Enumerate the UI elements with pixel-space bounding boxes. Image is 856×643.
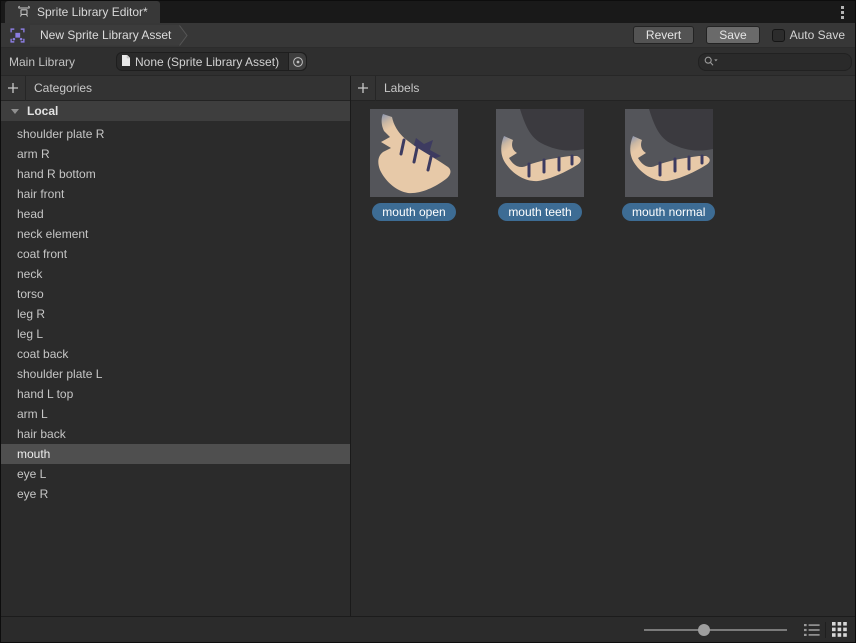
category-list-item[interactable]: hair back <box>1 424 350 444</box>
breadcrumb-item[interactable]: New Sprite Library Asset <box>30 25 187 46</box>
revert-button[interactable]: Revert <box>633 26 694 44</box>
plus-icon <box>7 82 19 94</box>
category-list-item[interactable]: hand R bottom <box>1 164 350 184</box>
category-list-item[interactable]: leg L <box>1 324 350 344</box>
sprite-library-editor-window: Sprite Library Editor* New Sprite Librar… <box>0 0 856 643</box>
breadcrumb[interactable]: New Sprite Library Asset <box>30 25 187 46</box>
zoom-slider[interactable] <box>644 623 787 637</box>
object-picker-icon[interactable] <box>288 53 306 70</box>
sprite-card[interactable]: mouth teeth <box>496 109 584 221</box>
category-list-item[interactable]: torso <box>1 284 350 304</box>
main-library-row: Main Library None (Sprite Library Asset) <box>1 48 855 76</box>
toolbar-actions: Revert Save Auto Save <box>633 26 845 44</box>
tab-title: Sprite Library Editor* <box>37 5 148 19</box>
breadcrumb-chevron-icon <box>179 25 188 46</box>
sprite-label-pill[interactable]: mouth normal <box>622 203 715 221</box>
category-list-item[interactable]: hair front <box>1 184 350 204</box>
category-list-item[interactable]: neck <box>1 264 350 284</box>
category-list-item[interactable]: neck element <box>1 224 350 244</box>
search-input[interactable] <box>698 53 852 71</box>
sprite-thumbnail-mouth-open[interactable] <box>370 109 458 197</box>
tab-bar: Sprite Library Editor* <box>1 1 855 23</box>
sprite-library-asset-icon <box>9 27 26 44</box>
category-list-item[interactable]: head <box>1 204 350 224</box>
plus-icon <box>357 82 369 94</box>
tab-sprite-library-editor[interactable]: Sprite Library Editor* <box>5 1 160 23</box>
auto-save-label: Auto Save <box>790 28 845 42</box>
category-list-item[interactable]: eye R <box>1 484 350 504</box>
category-list-item[interactable]: shoulder plate R <box>1 124 350 144</box>
sprite-card[interactable]: mouth normal <box>622 109 715 221</box>
categories-panel: Categories Local shoulder plate Rarm Rha… <box>1 76 351 616</box>
main-library-label: Main Library <box>9 55 116 69</box>
sprite-label-pill[interactable]: mouth open <box>372 203 455 221</box>
categories-list: Local shoulder plate Rarm Rhand R bottom… <box>1 101 350 616</box>
add-label-button[interactable] <box>351 76 376 101</box>
sprite-label-pill[interactable]: mouth teeth <box>498 203 581 221</box>
add-category-button[interactable] <box>1 76 26 101</box>
footer-bar <box>1 616 855 642</box>
category-group-local[interactable]: Local <box>1 101 350 121</box>
kebab-menu-icon[interactable] <box>829 1 855 23</box>
category-list-item[interactable]: shoulder plate L <box>1 364 350 384</box>
category-list-item[interactable]: coat back <box>1 344 350 364</box>
category-list-item[interactable]: hand L top <box>1 384 350 404</box>
sprite-cards: mouth open mouth teeth <box>351 101 855 221</box>
sprite-library-window-icon <box>17 4 31 21</box>
main-library-object-field[interactable]: None (Sprite Library Asset) <box>116 52 307 71</box>
sprite-card[interactable]: mouth open <box>370 109 458 221</box>
category-list-item[interactable]: leg R <box>1 304 350 324</box>
category-list-item[interactable]: arm R <box>1 144 350 164</box>
footer-divider <box>825 622 826 638</box>
auto-save-checkbox[interactable] <box>772 29 785 42</box>
labels-title: Labels <box>384 81 419 95</box>
asset-file-icon <box>121 54 131 70</box>
foldout-triangle-icon[interactable] <box>11 109 19 114</box>
category-list-item[interactable]: coat front <box>1 244 350 264</box>
list-view-icon[interactable] <box>801 620 823 640</box>
grid-view-icon[interactable] <box>828 620 850 640</box>
zoom-slider-track <box>644 629 787 631</box>
category-list-item[interactable]: eye L <box>1 464 350 484</box>
sprite-thumbnail-mouth-teeth[interactable] <box>496 109 584 197</box>
sprite-thumbnail-mouth-normal[interactable] <box>625 109 713 197</box>
save-button[interactable]: Save <box>706 26 759 44</box>
labels-header: Labels <box>351 76 855 101</box>
toolbar: New Sprite Library Asset Revert Save Aut… <box>1 23 855 48</box>
category-list-item[interactable]: mouth <box>1 444 350 464</box>
category-list-item[interactable]: arm L <box>1 404 350 424</box>
labels-panel: Labels mouth open <box>351 76 855 616</box>
object-field-value: None (Sprite Library Asset) <box>135 55 288 69</box>
search-field <box>698 53 852 71</box>
zoom-slider-thumb[interactable] <box>698 624 710 636</box>
category-group-label: Local <box>27 104 58 118</box>
categories-header: Categories <box>1 76 350 101</box>
panels: Categories Local shoulder plate Rarm Rha… <box>1 76 855 616</box>
categories-title: Categories <box>34 81 92 95</box>
